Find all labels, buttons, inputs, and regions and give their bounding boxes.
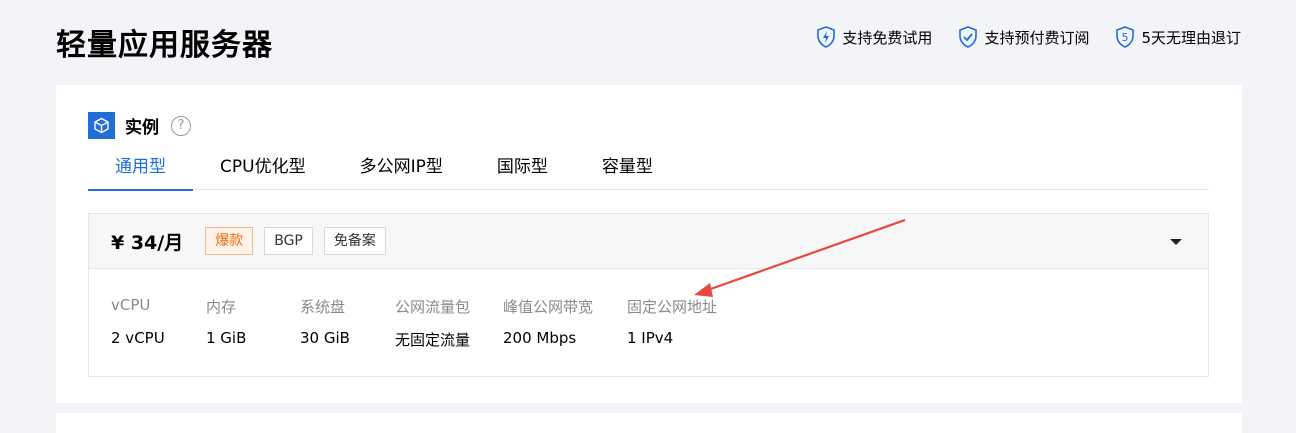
spec-label: 固定公网地址 <box>627 298 718 316</box>
spec-value: 无固定流量 <box>395 331 471 349</box>
tab-general[interactable]: 通用型 <box>88 152 193 191</box>
spec-value: 200 Mbps <box>503 329 577 347</box>
tag-no-filing: 免备案 <box>323 227 386 255</box>
next-card <box>56 413 1242 433</box>
feature-list: 支持免费试用 支持预付费订阅 5 5天无理由退订 <box>816 26 1241 48</box>
instance-card: 实例 ? 通用型 CPU优化型 多公网IP型 国际型 容量型 ¥ 34/月 爆款… <box>56 85 1242 403</box>
cube-icon <box>88 112 115 139</box>
section-header: 实例 ? <box>88 112 191 139</box>
shield-digit: 5 <box>1122 31 1129 44</box>
spec-system-disk: 系统盘 30 GiB <box>300 296 395 350</box>
tab-capacity[interactable]: 容量型 <box>575 152 680 190</box>
chevron-down-icon[interactable] <box>1170 239 1182 245</box>
page-title: 轻量应用服务器 <box>56 28 273 63</box>
five-shield-icon: 5 <box>1116 26 1135 48</box>
spec-value: 2 vCPU <box>111 329 165 347</box>
tag-bgp: BGP <box>264 227 313 255</box>
feature-label: 5天无理由退订 <box>1141 28 1241 47</box>
lightning-shield-icon <box>817 26 836 48</box>
feature-refund: 5 5天无理由退订 <box>1115 26 1241 48</box>
plan-card[interactable]: ¥ 34/月 爆款 BGP 免备案 vCPU 2 vCPU 内存 1 GiB 系… <box>88 213 1209 377</box>
section-title: 实例 <box>125 118 159 138</box>
plan-price: ¥ 34/月 <box>111 231 184 254</box>
tab-multi-ip[interactable]: 多公网IP型 <box>333 152 470 190</box>
plan-specs: vCPU 2 vCPU 内存 1 GiB 系统盘 30 GiB 公网流量包 无固… <box>111 296 757 350</box>
spec-value: 30 GiB <box>300 329 350 347</box>
feature-label: 支持免费试用 <box>842 28 933 47</box>
spec-label: 系统盘 <box>300 298 346 316</box>
tab-cpu-optimized[interactable]: CPU优化型 <box>193 152 333 190</box>
check-shield-icon <box>959 26 978 48</box>
plan-header[interactable]: ¥ 34/月 爆款 BGP 免备案 <box>89 214 1208 269</box>
tag-hot: 爆款 <box>205 227 254 255</box>
spec-value: 1 GiB <box>206 329 247 347</box>
spec-label: 公网流量包 <box>395 298 471 316</box>
feature-label: 支持预付费订阅 <box>984 28 1090 47</box>
spec-peak-bandwidth: 峰值公网带宽 200 Mbps <box>503 296 627 350</box>
spec-traffic-package: 公网流量包 无固定流量 <box>395 296 503 350</box>
spec-value: 1 IPv4 <box>627 329 674 347</box>
spec-label: 峰值公网带宽 <box>503 298 594 316</box>
feature-free-trial: 支持免费试用 <box>816 26 932 48</box>
spec-vcpu: vCPU 2 vCPU <box>111 296 206 350</box>
help-icon[interactable]: ? <box>171 115 191 136</box>
spec-label: vCPU <box>111 296 151 314</box>
tab-international[interactable]: 国际型 <box>470 152 575 190</box>
feature-prepaid: 支持预付费订阅 <box>958 26 1089 48</box>
spec-label: 内存 <box>206 298 237 316</box>
spec-memory: 内存 1 GiB <box>206 296 300 350</box>
spec-public-ip: 固定公网地址 1 IPv4 <box>627 296 757 350</box>
instance-type-tabs: 通用型 CPU优化型 多公网IP型 国际型 容量型 <box>88 152 1209 191</box>
